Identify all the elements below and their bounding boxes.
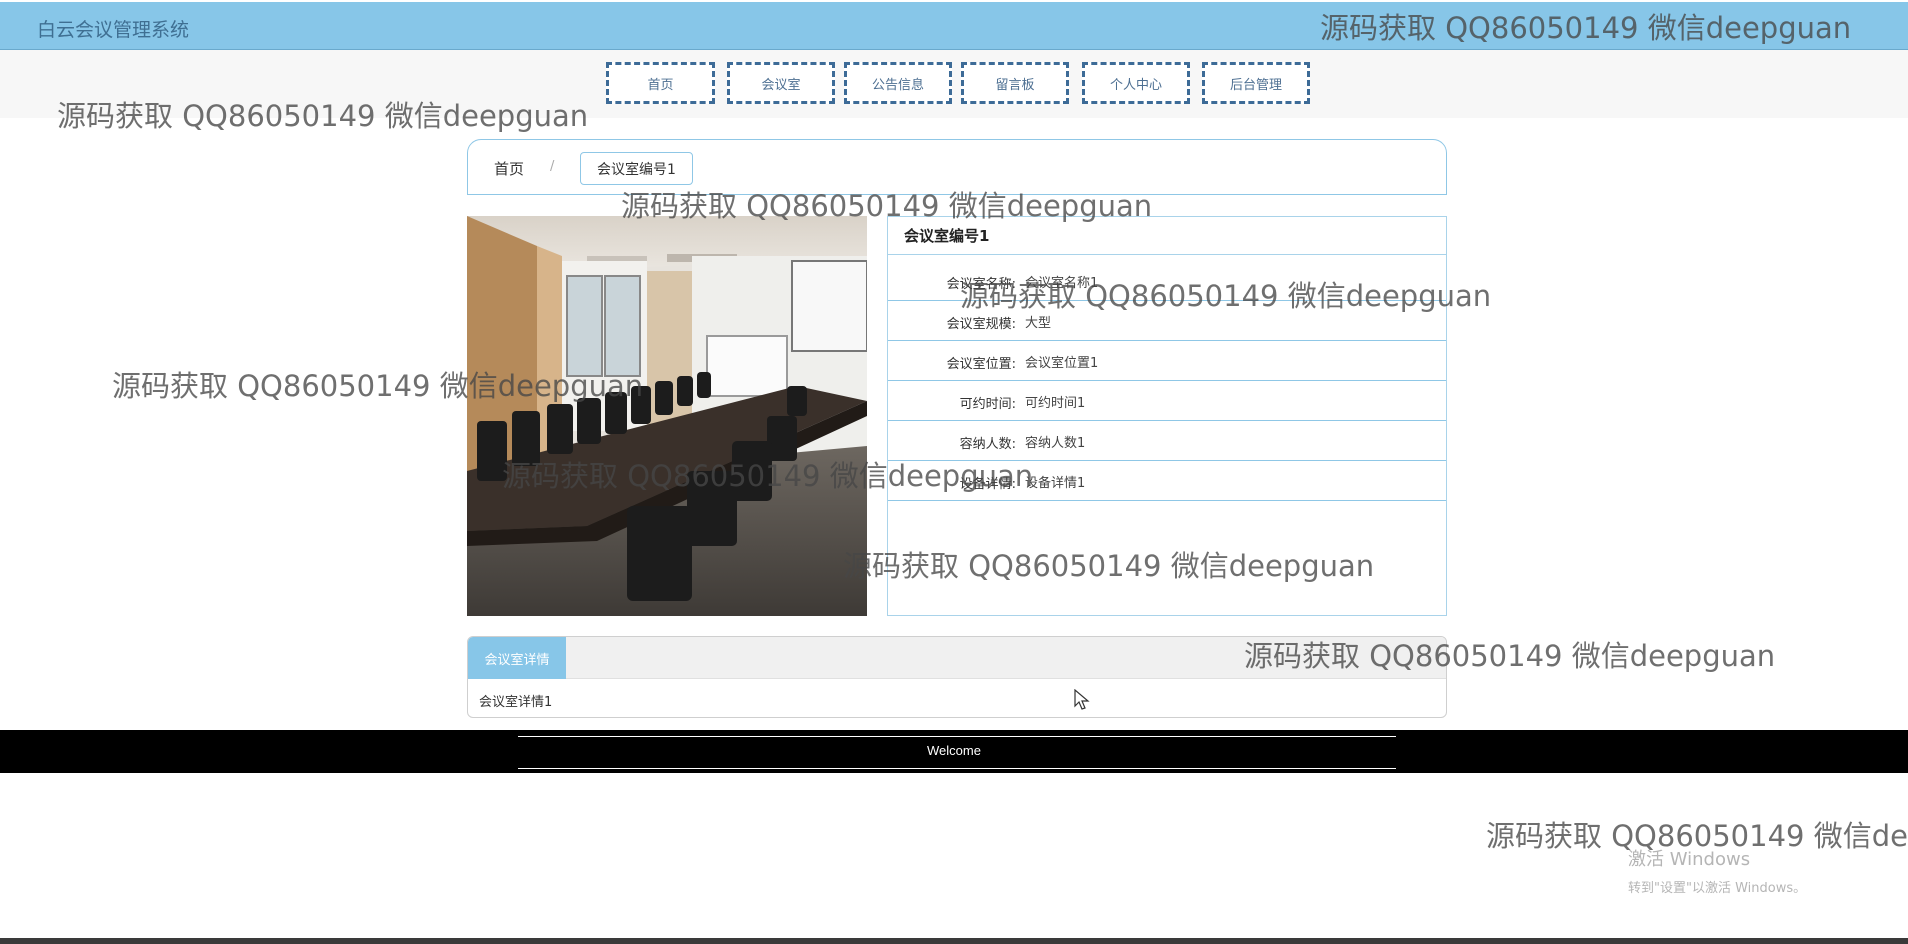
top-header: 白云会议管理系统 <box>0 2 1908 50</box>
info-value: 设备详情1 <box>1025 476 1086 491</box>
info-row-scale: 会议室规模: 大型 <box>888 301 1446 341</box>
info-label: 容纳人数: <box>959 437 1016 452</box>
info-row-capacity: 容纳人数: 容纳人数1 <box>888 421 1446 461</box>
info-row-location: 会议室位置: 会议室位置1 <box>888 341 1446 381</box>
info-value: 容纳人数1 <box>1025 436 1086 451</box>
breadcrumb-home[interactable]: 首页 <box>494 158 524 179</box>
nav-band <box>0 50 1908 118</box>
mouse-cursor-icon <box>1074 688 1090 715</box>
info-value: 可约时间1 <box>1025 396 1086 411</box>
room-detail-content: 会议室详情1 <box>479 695 553 710</box>
footer-divider <box>518 736 1396 737</box>
tab-room-detail[interactable]: 会议室详情 <box>468 637 566 679</box>
nav-meeting-room[interactable]: 会议室 <box>727 62 835 104</box>
activation-hint: 转到"设置"以激活 Windows。 <box>1628 881 1807 896</box>
app-title: 白云会议管理系统 <box>37 19 190 41</box>
breadcrumb: 首页 / 会议室编号1 <box>467 139 1447 195</box>
nav-admin[interactable]: 后台管理 <box>1202 62 1310 104</box>
nav-home[interactable]: 首页 <box>606 62 715 104</box>
info-row-available-time: 可约时间: 可约时间1 <box>888 381 1446 421</box>
info-value: 会议室名称1 <box>1025 276 1099 291</box>
nav-message-board[interactable]: 留言板 <box>961 62 1069 104</box>
nav-announcements[interactable]: 公告信息 <box>844 62 952 104</box>
footer-welcome: Welcome <box>927 743 981 758</box>
room-detail-panel: 会议室详情 会议室详情1 <box>467 636 1447 718</box>
footer: Welcome <box>0 730 1908 773</box>
info-row-name: 会议室名称: 会议室名称1 <box>888 261 1446 301</box>
detail-tabbar <box>468 637 1446 679</box>
info-label: 设备详情: <box>959 477 1016 492</box>
info-value: 会议室位置1 <box>1025 356 1099 371</box>
footer-divider <box>518 768 1396 769</box>
breadcrumb-current: 会议室编号1 <box>580 152 693 185</box>
breadcrumb-separator: / <box>550 159 555 174</box>
activation-title: 激活 Windows <box>1628 849 1751 870</box>
info-label: 可约时间: <box>959 397 1016 412</box>
nav-personal-center[interactable]: 个人中心 <box>1082 62 1190 104</box>
room-info-panel: 会议室编号1 会议室名称: 会议室名称1 会议室规模: 大型 会议室位置: 会议… <box>887 216 1447 616</box>
info-label: 会议室位置: <box>946 357 1016 372</box>
info-label: 会议室规模: <box>946 317 1016 332</box>
os-activation-notice: 激活 Windows 转到"设置"以激活 Windows。 <box>1628 845 1806 896</box>
room-info-title: 会议室编号1 <box>888 217 1446 255</box>
taskbar <box>0 938 1908 944</box>
info-value: 大型 <box>1025 316 1052 331</box>
room-photo <box>467 216 867 616</box>
info-row-equipment: 设备详情: 设备详情1 <box>888 461 1446 501</box>
info-label: 会议室名称: <box>946 277 1016 292</box>
